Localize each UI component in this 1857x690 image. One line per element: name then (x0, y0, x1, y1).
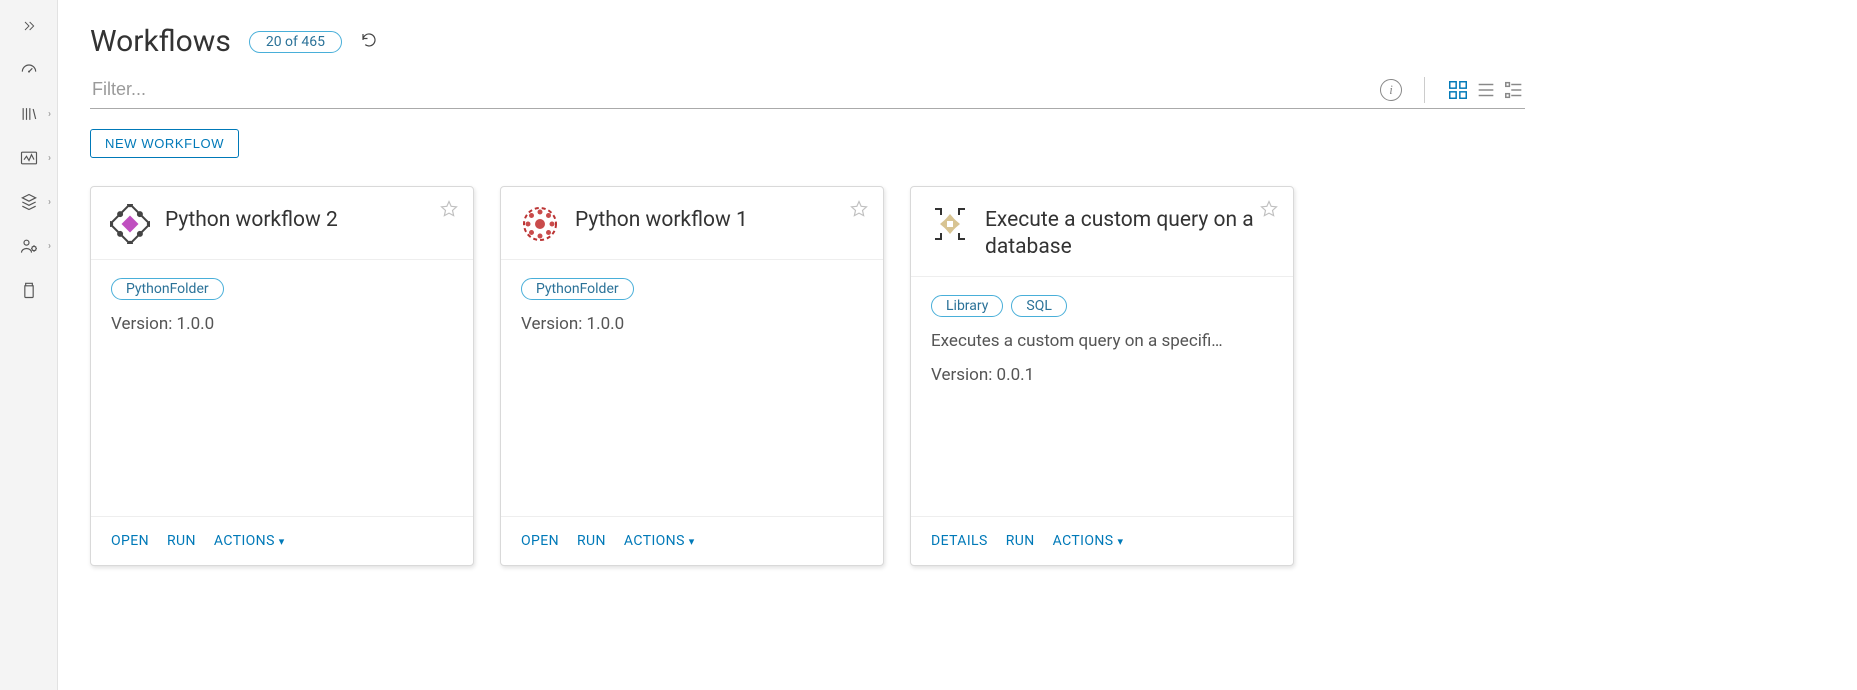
right-spacer (1557, 0, 1857, 690)
actions-menu-button[interactable]: ACTIONS ▾ (214, 533, 285, 549)
tag[interactable]: PythonFolder (521, 278, 634, 300)
gauge-icon (19, 60, 39, 80)
page-title: Workflows (90, 24, 231, 59)
chevron-right-icon: › (48, 109, 51, 120)
card-version: Version: 1.0.0 (111, 314, 453, 334)
chevron-right-icon: › (48, 197, 51, 208)
refresh-button[interactable] (360, 31, 378, 53)
workflow-card: Python workflow 1 PythonFolder Version: … (500, 186, 884, 566)
info-icon[interactable]: i (1380, 79, 1402, 101)
user-settings-icon (19, 236, 39, 256)
chevron-down-icon: ▾ (1117, 535, 1123, 548)
actions-label: ACTIONS (1053, 533, 1114, 549)
card-grid: Python workflow 2 PythonFolder Version: … (90, 186, 1525, 566)
chevron-right-icon: › (48, 241, 51, 252)
list-icon (1475, 79, 1497, 101)
chevrons-right-icon (21, 18, 37, 34)
actions-label: ACTIONS (624, 533, 685, 549)
view-grid-button[interactable] (1447, 79, 1469, 101)
card-title: Python workflow 2 (165, 203, 358, 234)
main-content: Workflows 20 of 465 i NEW WORKFLOW (58, 0, 1557, 690)
filter-row: i (90, 75, 1525, 109)
filter-input[interactable] (90, 75, 1366, 104)
tree-icon (1503, 79, 1525, 101)
chevron-down-icon: ▾ (689, 535, 695, 548)
tag[interactable]: SQL (1011, 295, 1066, 317)
nav-activity[interactable]: › (0, 136, 57, 180)
favorite-button[interactable] (849, 199, 869, 223)
run-button[interactable]: RUN (1006, 533, 1035, 549)
card-description: Executes a custom query on a specifi… (931, 331, 1273, 351)
refresh-icon (360, 31, 378, 49)
tag[interactable]: Library (931, 295, 1003, 317)
card-footer: OPEN RUN ACTIONS ▾ (91, 516, 473, 565)
chevron-right-icon: › (48, 153, 51, 164)
card-body: PythonFolder Version: 1.0.0 (91, 260, 473, 516)
tag-list: PythonFolder (521, 278, 863, 300)
view-toggles (1447, 79, 1525, 101)
new-workflow-button[interactable]: NEW WORKFLOW (90, 129, 239, 158)
workflow-card: Python workflow 2 PythonFolder Version: … (90, 186, 474, 566)
run-button[interactable]: RUN (577, 533, 606, 549)
stack-icon (19, 192, 39, 212)
card-body: Library SQL Executes a custom query on a… (911, 277, 1293, 516)
separator (1424, 77, 1425, 103)
card-header: Execute a custom query on a database (911, 187, 1293, 277)
grid-icon (1447, 79, 1469, 101)
nav-admin[interactable]: › (0, 224, 57, 268)
jar-icon (19, 280, 39, 300)
sidebar: › › › › (0, 0, 58, 690)
tag-list: PythonFolder (111, 278, 453, 300)
actions-menu-button[interactable]: ACTIONS ▾ (1053, 533, 1124, 549)
tag-list: Library SQL (931, 295, 1273, 317)
open-button[interactable]: OPEN (111, 533, 149, 549)
view-list-button[interactable] (1475, 79, 1497, 101)
expand-sidebar-button[interactable] (0, 12, 57, 48)
chevron-down-icon: ▾ (279, 535, 285, 548)
card-title: Execute a custom query on a database (985, 203, 1275, 262)
card-footer: OPEN RUN ACTIONS ▾ (501, 516, 883, 565)
workflow-icon (929, 203, 971, 245)
card-header: Python workflow 1 (501, 187, 883, 260)
card-version: Version: 0.0.1 (931, 365, 1273, 385)
nav-dashboard[interactable] (0, 48, 57, 92)
card-version: Version: 1.0.0 (521, 314, 863, 334)
star-icon (439, 199, 459, 219)
run-button[interactable]: RUN (167, 533, 196, 549)
actions-label: ACTIONS (214, 533, 275, 549)
header-row: Workflows 20 of 465 (90, 24, 1525, 59)
favorite-button[interactable] (1259, 199, 1279, 223)
nav-inventory[interactable] (0, 268, 57, 312)
star-icon (849, 199, 869, 219)
card-title: Python workflow 1 (575, 203, 768, 234)
details-button[interactable]: DETAILS (931, 533, 988, 549)
workflow-icon (519, 203, 561, 245)
view-tree-button[interactable] (1503, 79, 1525, 101)
open-button[interactable]: OPEN (521, 533, 559, 549)
count-badge: 20 of 465 (249, 31, 342, 53)
nav-library[interactable]: › (0, 92, 57, 136)
card-header: Python workflow 2 (91, 187, 473, 260)
workflow-icon (109, 203, 151, 245)
tag[interactable]: PythonFolder (111, 278, 224, 300)
actions-menu-button[interactable]: ACTIONS ▾ (624, 533, 695, 549)
favorite-button[interactable] (439, 199, 459, 223)
activity-icon (19, 148, 39, 168)
card-footer: DETAILS RUN ACTIONS ▾ (911, 516, 1293, 565)
library-icon (19, 104, 39, 124)
star-icon (1259, 199, 1279, 219)
workflow-card: Execute a custom query on a database Lib… (910, 186, 1294, 566)
nav-assets[interactable]: › (0, 180, 57, 224)
card-body: PythonFolder Version: 1.0.0 (501, 260, 883, 516)
